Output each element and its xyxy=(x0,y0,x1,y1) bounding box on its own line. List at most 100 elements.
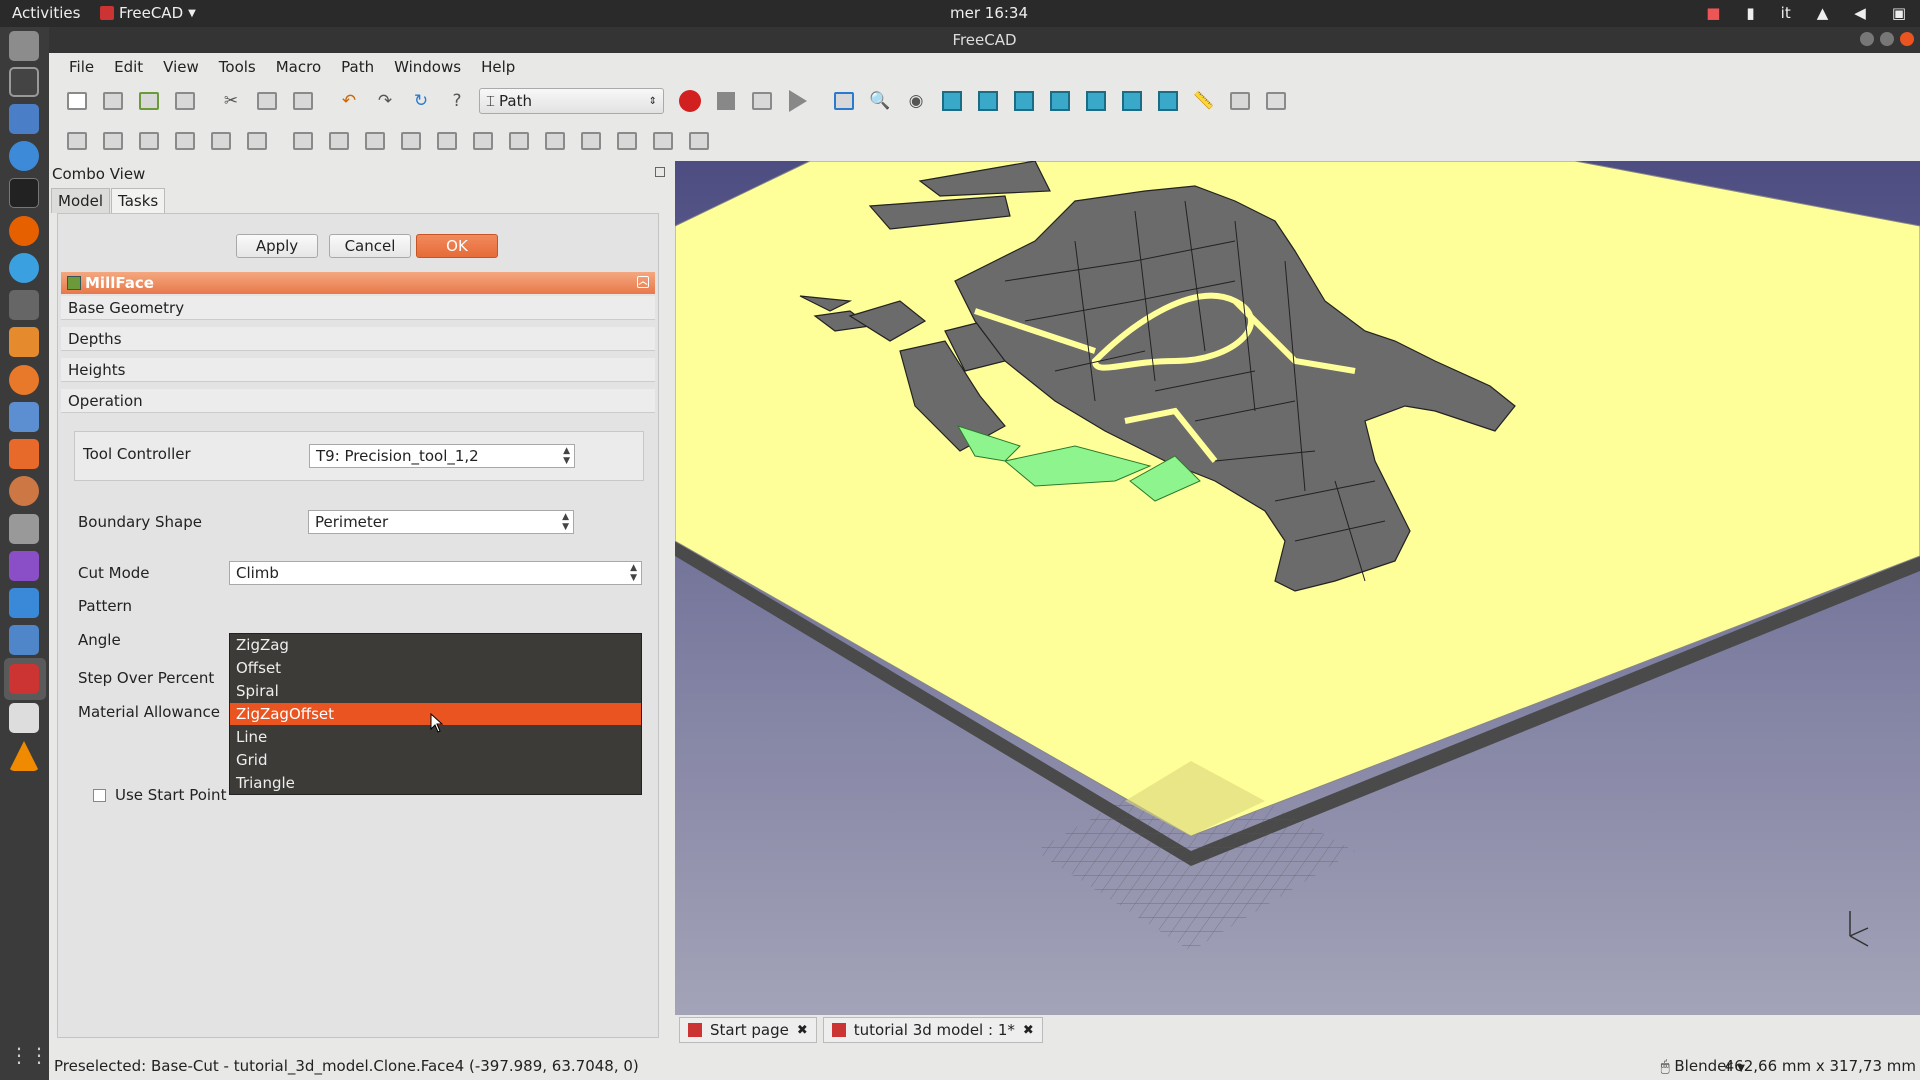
redo-icon[interactable]: ↷ xyxy=(371,87,399,115)
menu-tools[interactable]: Tools xyxy=(209,58,266,76)
cancel-button[interactable]: Cancel xyxy=(329,234,411,258)
menu-path[interactable]: Path xyxy=(331,58,384,76)
system-tray[interactable]: ■ ▮ it ▲ ◀ ▣ xyxy=(1706,4,1906,22)
macro-record-icon[interactable] xyxy=(676,87,704,115)
tab-model[interactable]: Model xyxy=(51,188,111,213)
whats-this-icon[interactable]: ? xyxy=(443,87,471,115)
maximize-icon[interactable] xyxy=(1880,32,1894,46)
volume-icon[interactable]: ◀ xyxy=(1854,4,1866,22)
window-titlebar[interactable]: FreeCAD xyxy=(49,27,1920,53)
copy-icon[interactable] xyxy=(253,87,281,115)
pocket-icon[interactable] xyxy=(325,127,353,155)
macro-run-icon[interactable] xyxy=(784,87,812,115)
menu-help[interactable]: Help xyxy=(471,58,525,76)
helix-icon[interactable] xyxy=(433,127,461,155)
wrench-app-icon[interactable] xyxy=(9,476,39,506)
close-icon[interactable]: ✖ xyxy=(797,1023,808,1038)
macro-stop-icon[interactable] xyxy=(712,87,740,115)
deburr-icon[interactable] xyxy=(541,127,569,155)
measure-icon[interactable]: 📏 xyxy=(1190,87,1218,115)
tab-tutorial-model[interactable]: tutorial 3d model : 1* ✖ xyxy=(822,1017,1043,1043)
face-icon[interactable] xyxy=(397,127,425,155)
blender-icon[interactable] xyxy=(9,365,39,395)
files-icon[interactable] xyxy=(9,31,39,61)
tool-controller-icon[interactable] xyxy=(135,127,163,155)
undock-icon[interactable] xyxy=(655,167,665,177)
section-heights[interactable]: Heights xyxy=(61,358,655,382)
menu-file[interactable]: File xyxy=(59,58,104,76)
adaptive-icon[interactable] xyxy=(361,127,389,155)
pattern-dropdown-list[interactable]: ZigZag Offset Spiral ZigZagOffset Line G… xyxy=(229,633,642,795)
close-icon[interactable]: ✖ xyxy=(1023,1023,1034,1038)
macro-edit-icon[interactable] xyxy=(748,87,776,115)
activities-button[interactable]: Activities xyxy=(12,4,80,22)
workbench-selector[interactable]: ⌶ Path ⇕ xyxy=(479,88,664,114)
tool-library-icon[interactable] xyxy=(171,127,199,155)
inspect-icon[interactable] xyxy=(207,127,235,155)
media-app-icon[interactable] xyxy=(9,551,39,581)
firefox-icon[interactable] xyxy=(9,216,39,246)
ruler-app-icon[interactable] xyxy=(9,327,39,357)
software-center-icon[interactable] xyxy=(9,439,39,469)
printer-app-icon[interactable] xyxy=(9,402,39,432)
draw-style-icon[interactable]: ◉ xyxy=(902,87,930,115)
apply-button[interactable]: Apply xyxy=(236,234,318,258)
feather-icon[interactable] xyxy=(9,253,39,283)
terminal-icon[interactable] xyxy=(9,178,39,208)
pattern-option-zigzag[interactable]: ZigZag xyxy=(230,634,641,656)
3d-scene[interactable] xyxy=(675,161,1920,1015)
print-icon[interactable] xyxy=(171,87,199,115)
text-editor-icon[interactable] xyxy=(9,703,39,733)
virtualbox-icon[interactable] xyxy=(9,625,39,655)
drilling-icon[interactable] xyxy=(469,127,497,155)
tab-start-page[interactable]: Start page ✖ xyxy=(679,1017,817,1043)
use-start-point-checkbox[interactable]: Use Start Point xyxy=(93,786,226,804)
language-indicator[interactable]: it xyxy=(1781,4,1791,22)
freecad-dock-icon[interactable] xyxy=(9,664,39,694)
simulator-icon[interactable] xyxy=(243,127,271,155)
vlc-icon[interactable] xyxy=(9,741,39,771)
rear-view-icon[interactable] xyxy=(1082,87,1110,115)
waterline-icon[interactable] xyxy=(649,127,677,155)
wifi-icon[interactable]: ▲ xyxy=(1817,4,1829,22)
tool-controller-select[interactable]: T9: Precision_tool_1,2 ▲ ▼ xyxy=(309,444,575,468)
app-grid-icon[interactable]: ⋮⋮ xyxy=(9,1043,49,1073)
writer-icon[interactable] xyxy=(9,104,39,134)
boundary-shape-select[interactable]: Perimeter ▲ ▼ xyxy=(308,510,574,534)
pattern-option-triangle[interactable]: Triangle xyxy=(230,772,641,794)
section-base-geometry[interactable]: Base Geometry xyxy=(61,296,655,320)
pattern-option-offset[interactable]: Offset xyxy=(230,657,641,679)
collapse-icon[interactable]: ︿ xyxy=(637,276,649,288)
blue-app-icon[interactable] xyxy=(9,588,39,618)
section-depths[interactable]: Depths xyxy=(61,327,655,351)
surface-icon[interactable] xyxy=(613,127,641,155)
right-view-icon[interactable] xyxy=(1046,87,1074,115)
dressup-icon[interactable] xyxy=(577,127,605,155)
group-icon[interactable] xyxy=(1262,87,1290,115)
tab-tasks[interactable]: Tasks xyxy=(111,188,166,213)
undo-icon[interactable]: ↶ xyxy=(335,87,363,115)
cut-icon[interactable]: ✂ xyxy=(217,87,245,115)
fit-selection-icon[interactable]: 🔍 xyxy=(866,87,894,115)
minimize-icon[interactable] xyxy=(1860,32,1874,46)
paste-icon[interactable] xyxy=(289,87,317,115)
slot-icon[interactable] xyxy=(685,127,713,155)
menu-edit[interactable]: Edit xyxy=(104,58,153,76)
save-icon[interactable] xyxy=(135,87,163,115)
power-icon[interactable]: ▣ xyxy=(1892,4,1906,22)
refresh-icon[interactable]: ↻ xyxy=(407,87,435,115)
fit-all-icon[interactable] xyxy=(830,87,858,115)
isometric-view-icon[interactable] xyxy=(938,87,966,115)
job-icon[interactable] xyxy=(63,127,91,155)
profile-icon[interactable] xyxy=(289,127,317,155)
new-document-icon[interactable] xyxy=(63,87,91,115)
ok-button[interactable]: OK xyxy=(416,234,498,258)
clipboard-icon[interactable]: ▮ xyxy=(1746,4,1754,22)
section-operation[interactable]: Operation xyxy=(61,389,655,413)
pattern-option-grid[interactable]: Grid xyxy=(230,749,641,771)
bottom-view-icon[interactable] xyxy=(1118,87,1146,115)
close-icon[interactable] xyxy=(1900,32,1914,46)
camera-record-icon[interactable]: ■ xyxy=(1706,4,1720,22)
part-icon[interactable] xyxy=(1226,87,1254,115)
menu-view[interactable]: View xyxy=(153,58,209,76)
